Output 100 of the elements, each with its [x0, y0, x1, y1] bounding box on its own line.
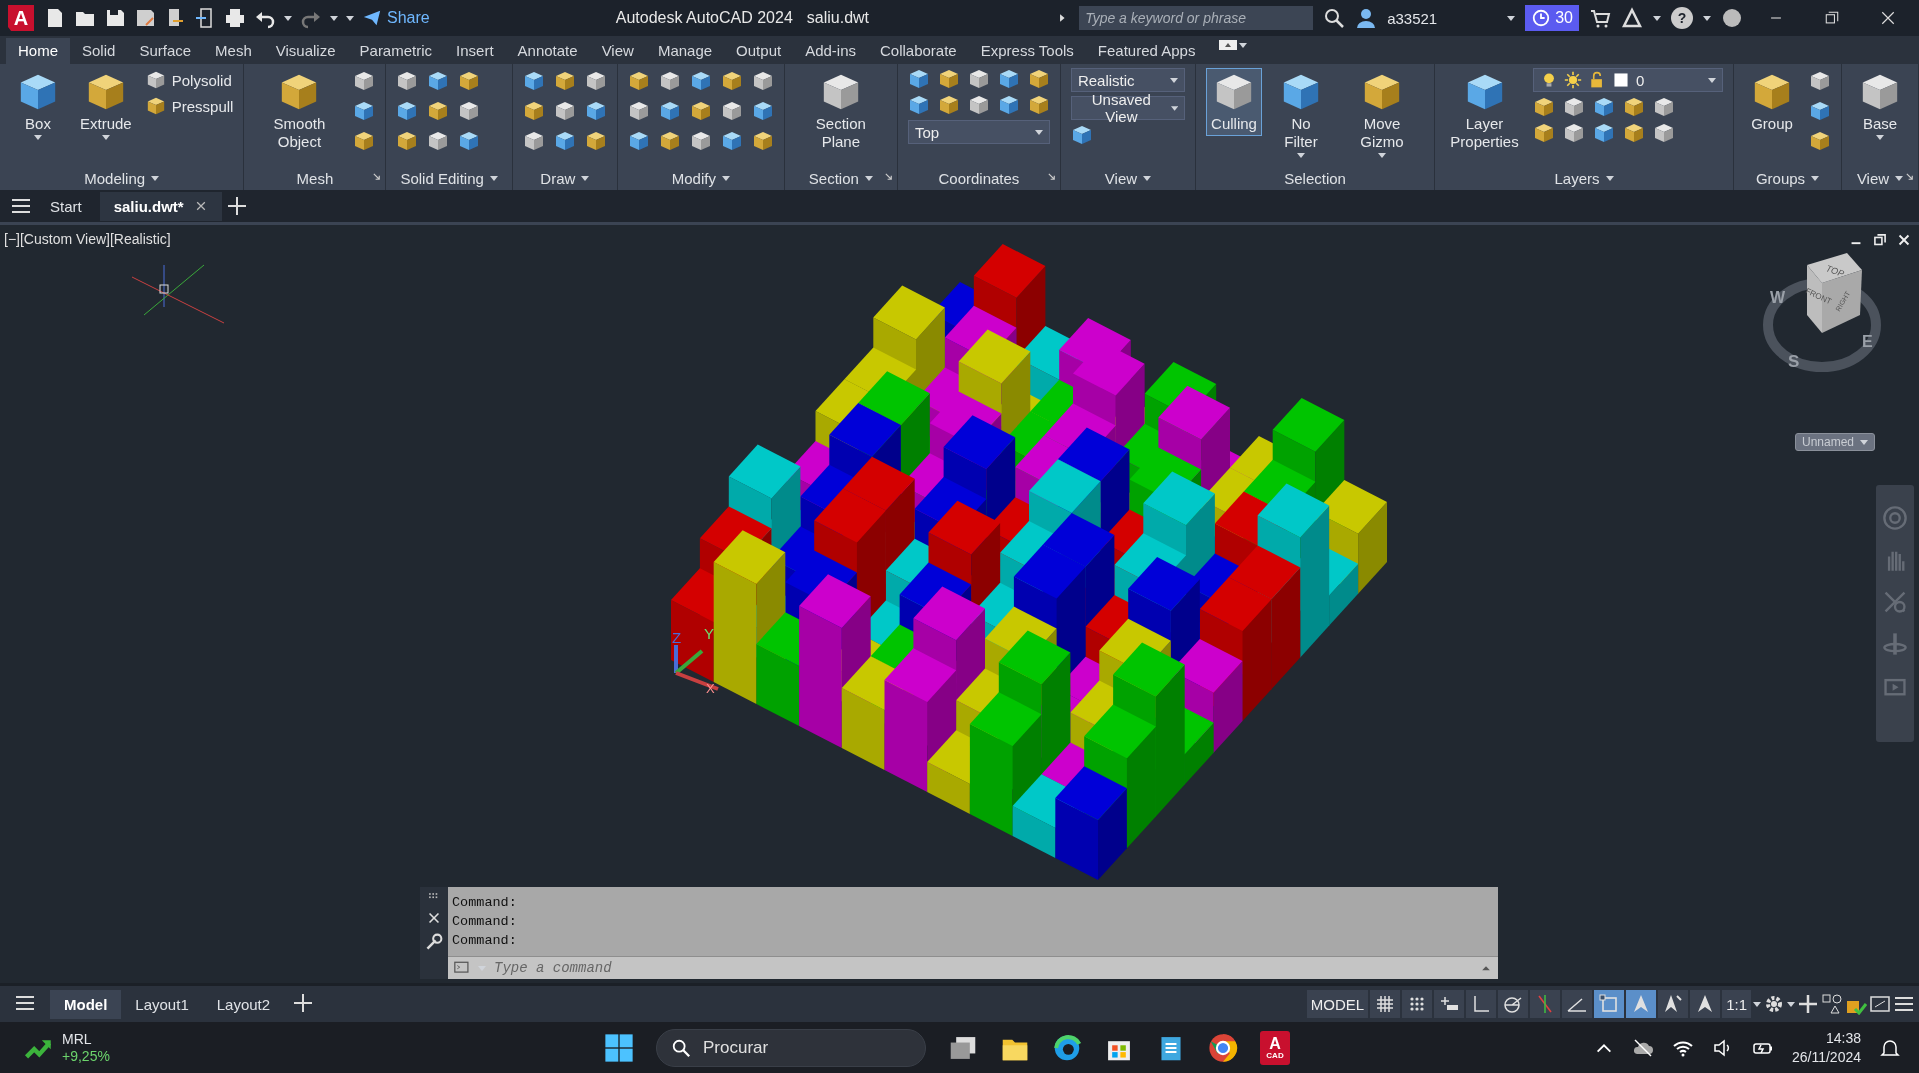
- cube-icon[interactable]: [396, 130, 419, 152]
- cube-icon[interactable]: [1809, 70, 1831, 92]
- cube-icon[interactable]: [1653, 96, 1675, 118]
- autocad-app-icon[interactable]: A CAD: [1260, 1030, 1290, 1065]
- panel-title[interactable]: View: [1104, 169, 1138, 187]
- cube-icon[interactable]: [553, 100, 576, 122]
- ribbon-tab[interactable]: Home: [6, 38, 70, 64]
- ribbon-button[interactable]: Base: [1852, 68, 1908, 143]
- status-toggle[interactable]: [1466, 990, 1497, 1018]
- panel-title[interactable]: Selection: [1284, 169, 1346, 187]
- caret-icon[interactable]: [284, 15, 292, 21]
- ribbon-button[interactable]: Smooth Object: [254, 68, 345, 154]
- status-toggle[interactable]: [1498, 990, 1529, 1018]
- model-space-button[interactable]: MODEL: [1306, 990, 1369, 1018]
- panel-title[interactable]: Draw: [540, 169, 576, 187]
- panel-title[interactable]: Groups: [1755, 169, 1806, 187]
- viewport-menu[interactable]: [Custom View]: [19, 231, 110, 247]
- browser-icon[interactable]: [1052, 1032, 1082, 1063]
- dropdown[interactable]: Realistic: [1070, 68, 1186, 92]
- caret-icon[interactable]: [721, 175, 730, 181]
- panel-title[interactable]: Layers: [1554, 169, 1600, 187]
- cube-icon[interactable]: [689, 100, 712, 122]
- clock-time[interactable]: 14:38: [1791, 1028, 1861, 1048]
- ribbon-tab[interactable]: Solid: [70, 38, 128, 64]
- cube-icon[interactable]: [584, 130, 607, 152]
- viewport-menu[interactable]: [Realistic]: [109, 231, 171, 247]
- status-toggle[interactable]: [1370, 990, 1401, 1018]
- cube-icon[interactable]: [553, 70, 576, 92]
- ribbon-button[interactable]: Extrude: [75, 68, 137, 143]
- panel-title[interactable]: Modify: [671, 169, 716, 187]
- caret-icon[interactable]: [581, 175, 590, 181]
- windows-logo-icon[interactable]: [604, 1032, 634, 1063]
- restore-icon[interactable]: [1823, 9, 1841, 27]
- cube-icon[interactable]: [937, 94, 960, 116]
- caret-icon[interactable]: [1034, 129, 1043, 135]
- launcher-arrow-icon[interactable]: [1905, 172, 1915, 182]
- cube-icon[interactable]: [627, 100, 650, 122]
- caret-icon[interactable]: [1239, 42, 1248, 48]
- cube-icon[interactable]: [1809, 100, 1831, 122]
- layer-dropdown[interactable]: 0: [1533, 68, 1723, 92]
- close-icon[interactable]: [1879, 9, 1897, 27]
- launcher-arrow-icon[interactable]: [372, 172, 383, 182]
- ribbon-tab[interactable]: Insert: [444, 38, 506, 64]
- search-field[interactable]: Type a keyword or phrase: [1079, 6, 1314, 30]
- cube-icon[interactable]: [627, 70, 650, 92]
- cube-icon[interactable]: [751, 70, 774, 92]
- caret-icon[interactable]: [1170, 105, 1179, 111]
- cube-icon[interactable]: [967, 68, 990, 90]
- status-toggle[interactable]: [1690, 990, 1721, 1018]
- ribbon-tab[interactable]: Express Tools: [968, 38, 1086, 64]
- cube-icon[interactable]: [1593, 96, 1615, 118]
- viewport-menu[interactable]: [−]: [4, 231, 20, 247]
- cube-icon[interactable]: [689, 130, 712, 152]
- cube-icon[interactable]: [1533, 122, 1555, 144]
- caret-icon[interactable]: [1170, 77, 1179, 83]
- cube-icon[interactable]: [1653, 122, 1675, 144]
- caret-icon[interactable]: [489, 175, 498, 181]
- cube-icon[interactable]: [1563, 122, 1585, 144]
- cube-icon[interactable]: [584, 70, 607, 92]
- cube-icon[interactable]: [353, 70, 376, 92]
- caret-icon[interactable]: [1143, 175, 1152, 181]
- view-cube-icon[interactable]: [1807, 253, 1862, 333]
- document-tab[interactable]: Start: [36, 191, 96, 221]
- caret-icon[interactable]: [1653, 15, 1661, 21]
- ribbon-tab[interactable]: Add-ins: [793, 38, 868, 64]
- ribbon-tab[interactable]: Annotate: [505, 38, 590, 64]
- ribbon-button[interactable]: Culling: [1206, 68, 1263, 136]
- caret-icon[interactable]: [1895, 175, 1904, 181]
- save-icon[interactable]: [104, 7, 126, 29]
- search-input[interactable]: Procurar: [701, 1036, 905, 1059]
- launcher-arrow-icon[interactable]: [1046, 172, 1057, 182]
- cube-icon[interactable]: [584, 100, 607, 122]
- caret-icon[interactable]: [1753, 1001, 1761, 1007]
- plus-icon[interactable]: [1797, 993, 1819, 1015]
- cube-icon[interactable]: [720, 100, 743, 122]
- app-logo[interactable]: A: [8, 5, 34, 31]
- caret-icon[interactable]: [1876, 135, 1884, 140]
- restore-icon[interactable]: [1873, 233, 1887, 247]
- cube-icon[interactable]: [145, 70, 166, 90]
- cart-icon[interactable]: [1589, 7, 1611, 29]
- cube-icon[interactable]: [720, 130, 743, 152]
- ribbon-tab[interactable]: Parametric: [347, 38, 445, 64]
- cube-icon[interactable]: [627, 130, 650, 152]
- cube-icon[interactable]: [396, 100, 419, 122]
- caret-icon[interactable]: [101, 135, 110, 140]
- search-icon[interactable]: [1323, 7, 1346, 29]
- status-toggle[interactable]: [1658, 990, 1689, 1018]
- status-toggle[interactable]: [1402, 990, 1433, 1018]
- ribbon-tab[interactable]: Visualize: [263, 38, 348, 64]
- caret-icon[interactable]: [1787, 1001, 1795, 1007]
- cube-icon[interactable]: [658, 70, 681, 92]
- ribbon-button[interactable]: Polysolid: [145, 70, 234, 90]
- cube-icon[interactable]: [658, 130, 681, 152]
- share-button[interactable]: Share: [362, 8, 430, 28]
- ribbon-tab[interactable]: Surface: [127, 38, 204, 64]
- cube-icon[interactable]: [427, 70, 450, 92]
- cube-icon[interactable]: [997, 68, 1020, 90]
- dropdown[interactable]: Top: [907, 120, 1050, 144]
- annotation-scale-button[interactable]: 1:1: [1722, 990, 1751, 1018]
- ribbon-tab[interactable]: View: [589, 38, 646, 64]
